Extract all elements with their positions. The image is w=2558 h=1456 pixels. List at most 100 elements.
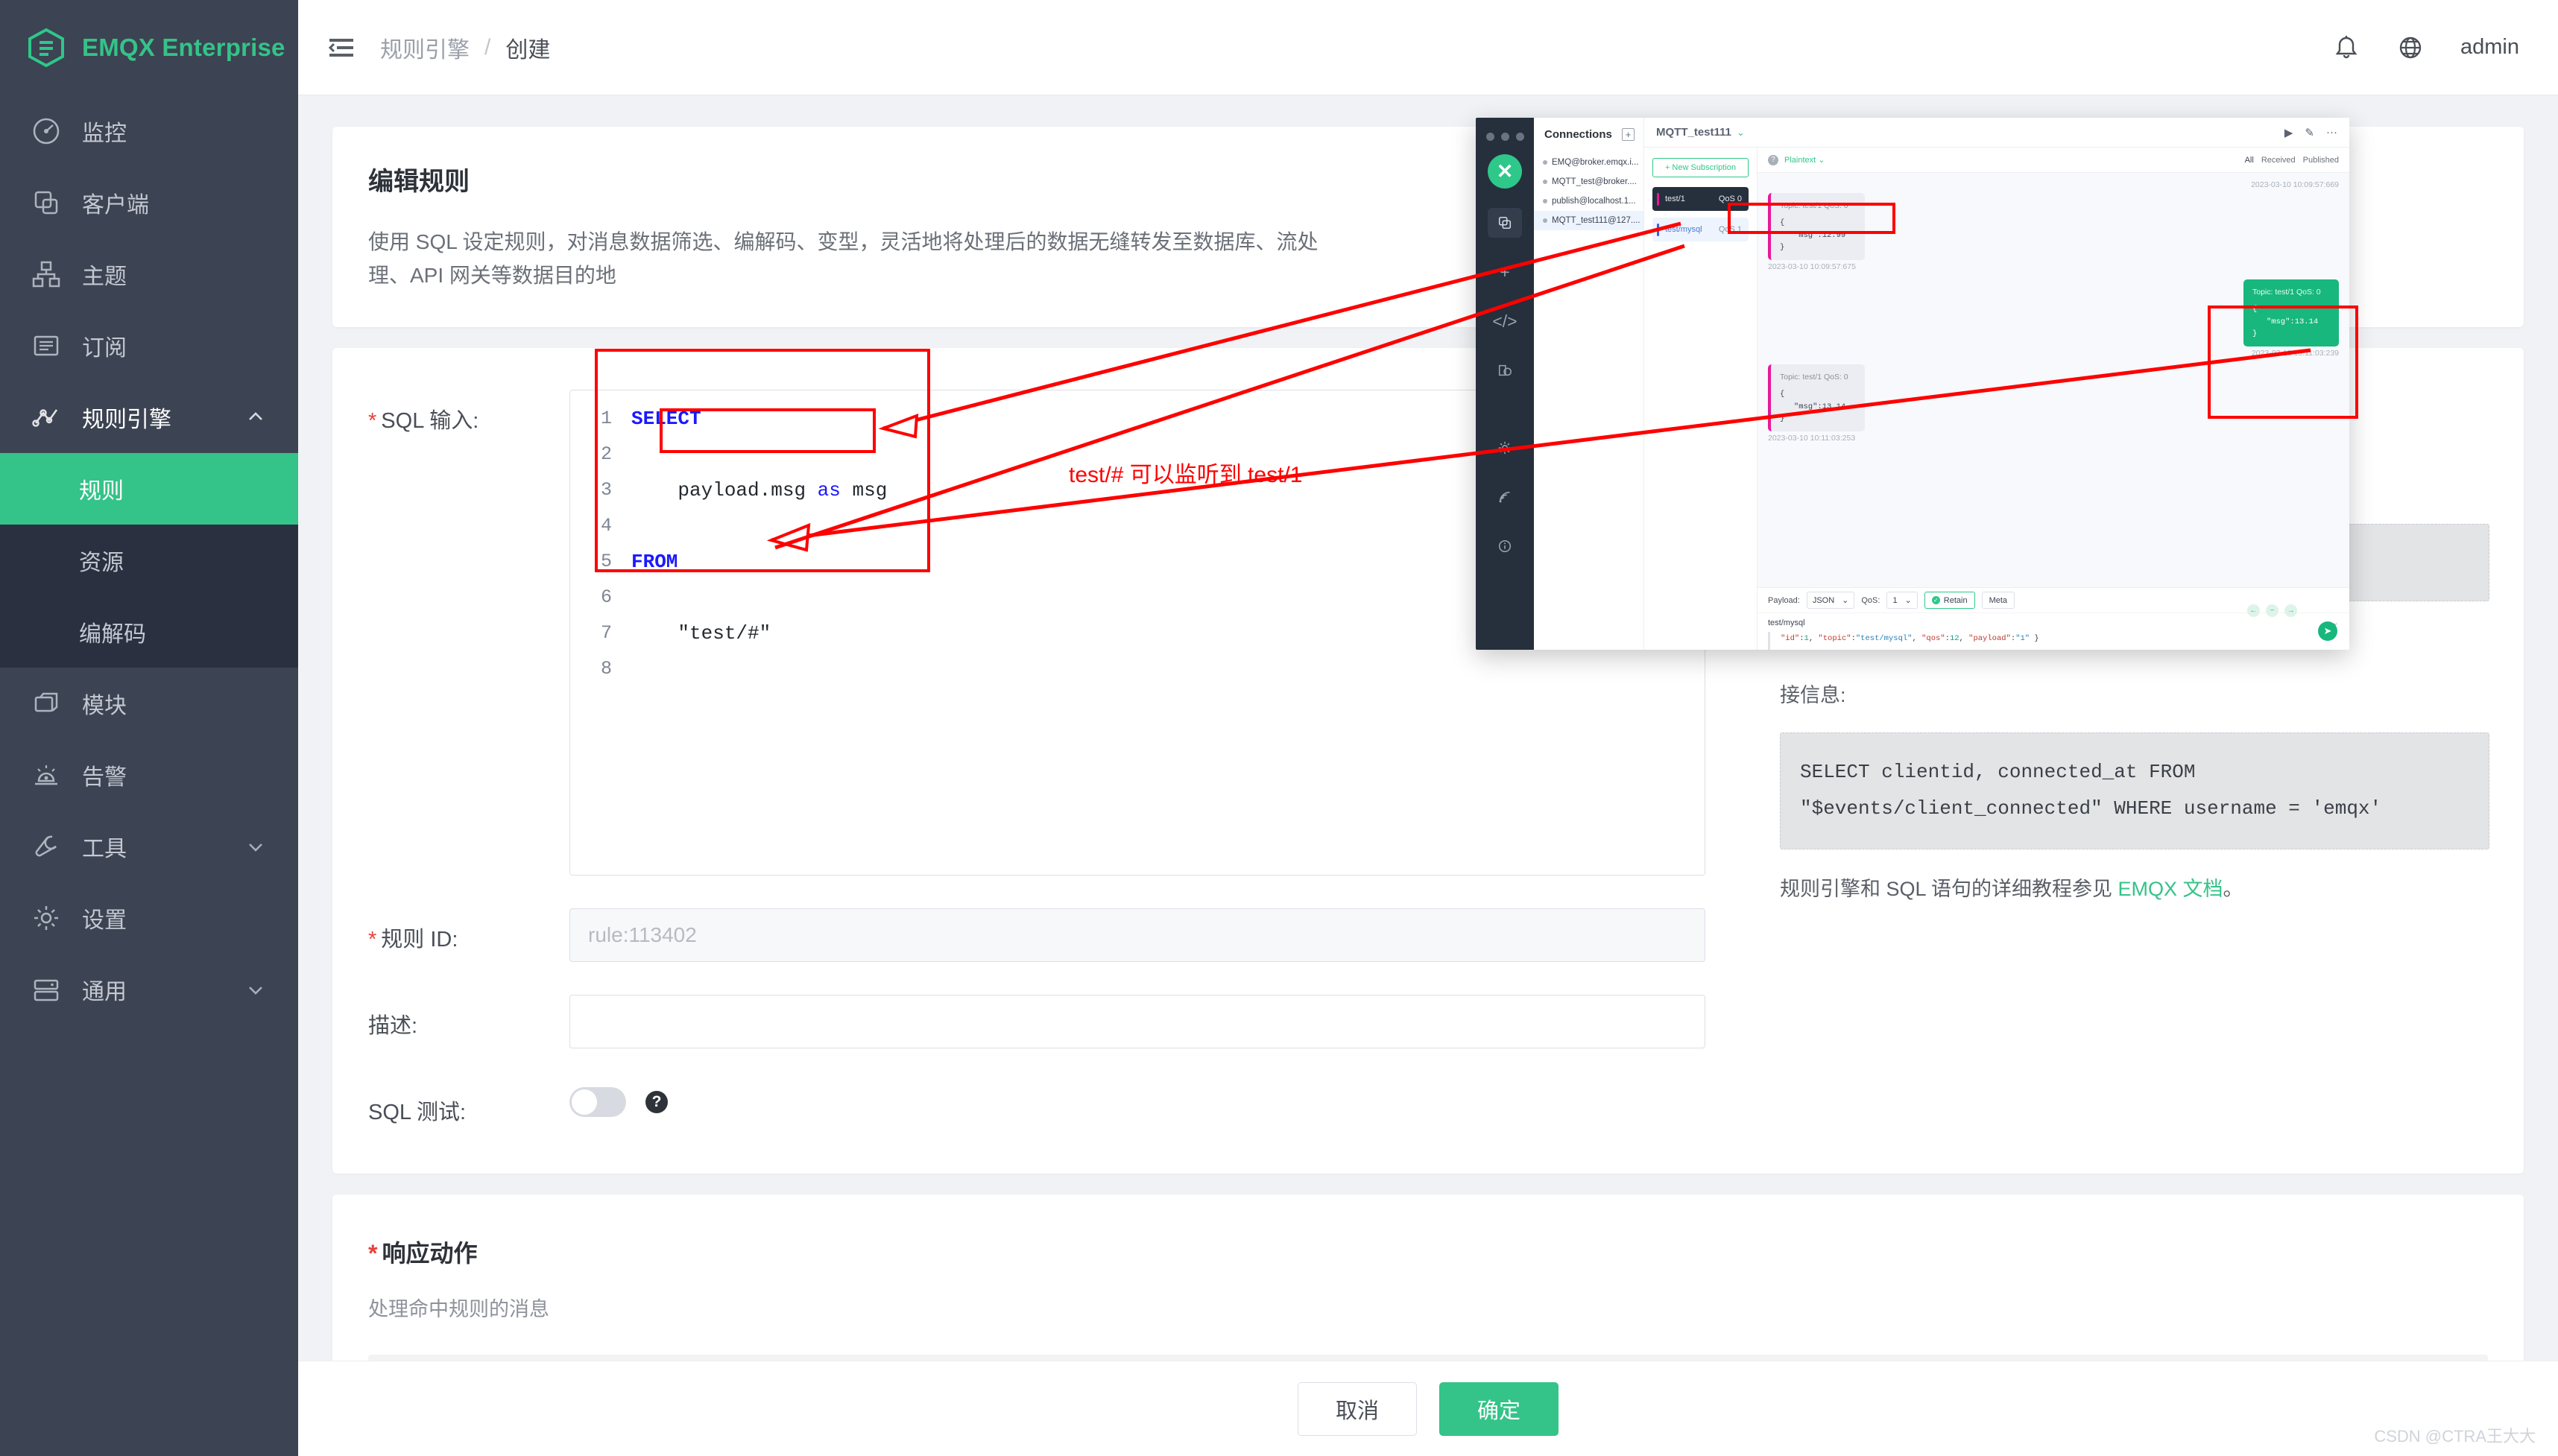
collapse-icon[interactable]: − (2266, 604, 2278, 617)
sidebar-subitem-label: 规则 (79, 479, 124, 504)
payload-type-select[interactable]: JSON ⌄ (1806, 592, 1855, 610)
message-header: Topic: test/1 QoS: 0 (2252, 288, 2321, 297)
clients-icon (30, 186, 63, 219)
publish-payload-editor[interactable]: "id":1, "topic":"test/mysql", "qos":12, … (1768, 632, 2349, 650)
description-input[interactable] (569, 994, 1705, 1048)
connection-item[interactable]: MQTT_test111@127.... (1534, 211, 1643, 230)
more-icon[interactable]: ··· (2326, 126, 2337, 139)
connection-item[interactable]: MQTT_test@broker.... (1534, 172, 1643, 192)
sidebar-item-clients[interactable]: 客户端 (0, 167, 298, 238)
minimize-icon[interactable] (1501, 133, 1509, 141)
brand-name: EMQX Enterprise (82, 34, 285, 61)
user-menu[interactable]: admin (2460, 35, 2519, 60)
general-icon (30, 973, 63, 1006)
qos-select[interactable]: 1 ⌄ (1886, 592, 1918, 610)
sidebar-item-settings[interactable]: 设置 (0, 882, 298, 954)
sidebar-item-general[interactable]: 通用 (0, 954, 298, 1025)
filter-all[interactable]: All (2245, 156, 2254, 165)
log-icon[interactable] (1488, 355, 1522, 385)
close-icon[interactable] (1486, 133, 1494, 141)
subscription-item[interactable]: test/1 QoS 0 (1652, 187, 1749, 211)
subscription-color-bar (1657, 223, 1659, 236)
message-stream[interactable]: 2023-03-10 10:09:57:669 Topic: test/1 Qo… (1758, 173, 2349, 588)
emqx-docs-link[interactable]: EMQX 文档 (2118, 878, 2223, 900)
prev-icon[interactable]: ← (2247, 604, 2260, 617)
subscription-color-bar (1657, 192, 1659, 206)
bell-icon[interactable] (2332, 34, 2360, 62)
sidebar-item-codec[interactable]: 编解码 (0, 596, 298, 668)
connection-item[interactable]: EMQ@broker.emqx.i... (1534, 153, 1643, 172)
confirm-button[interactable]: 确定 (1439, 1381, 1559, 1436)
question-icon[interactable]: ? (645, 1090, 668, 1113)
modules-icon (30, 687, 63, 720)
sidebar: EMQX Enterprise 监控 客户端 主题 订阅 规则引擎 规则 资源 … (0, 0, 298, 1456)
json-key: "topic" (1818, 634, 1851, 644)
window-controls[interactable] (1486, 133, 1524, 141)
script-icon[interactable]: </> (1488, 306, 1522, 336)
response-actions-title: * 响应动作 (368, 1239, 478, 1267)
status-dot (1543, 218, 1547, 223)
dashboard-icon (30, 115, 63, 148)
sql-test-toggle[interactable] (569, 1086, 626, 1117)
mqttx-connections-panel: Connections + EMQ@broker.emqx.i... MQTT_… (1534, 118, 1644, 650)
add-connection-icon[interactable]: + (1622, 128, 1635, 141)
chevron-up-icon (246, 408, 265, 427)
info-icon[interactable] (1488, 531, 1522, 561)
sql-test-field-wrap: ? (569, 1081, 1705, 1117)
help-icon[interactable]: ? (1768, 154, 1778, 165)
sidebar-item-alarm[interactable]: 告警 (0, 739, 298, 811)
help-footer: 规则引擎和 SQL 语句的详细教程参见 EMQX 文档。 (1780, 872, 2489, 907)
json-value: "1" (2015, 634, 2030, 644)
subscription-item[interactable]: test/mysql QoS 1 (1652, 218, 1749, 241)
annotation-note: test/# 可以监听到 test/1 (1069, 463, 1303, 487)
breadcrumb-parent[interactable]: 规则引擎 (380, 31, 470, 64)
chevron-down-icon: ⌄ (1904, 596, 1912, 606)
next-icon[interactable]: → (2284, 604, 2297, 617)
globe-icon[interactable] (2396, 34, 2425, 62)
sidebar-item-rule-engine[interactable]: 规则引擎 (0, 382, 298, 453)
payload-format-select[interactable]: Plaintext ⌄ (1784, 155, 1825, 165)
filter-received[interactable]: Received (2261, 156, 2296, 165)
subscription-topic: test/mysql (1665, 225, 1702, 234)
hamburger-icon[interactable] (328, 37, 355, 59)
sidebar-item-subscriptions[interactable]: 订阅 (0, 310, 298, 382)
sidebar-item-topics[interactable]: 主题 (0, 238, 298, 310)
sidebar-item-tools[interactable]: 工具 (0, 811, 298, 882)
message-body: { "msg":12.99 } (1780, 218, 1846, 252)
edit-icon[interactable]: ✎ (2305, 126, 2314, 139)
meta-button[interactable]: Meta (1981, 592, 2015, 610)
connection-item[interactable]: publish@localhost.1... (1534, 192, 1643, 211)
connections-icon[interactable] (1488, 208, 1522, 238)
breadcrumb: 规则引擎 / 创建 (380, 31, 550, 64)
retain-toggle[interactable]: ✓ Retain (1924, 592, 1975, 610)
send-icon[interactable]: ➤ (2318, 621, 2337, 641)
subscription-qos: QoS 0 (1718, 194, 1742, 203)
brand[interactable]: EMQX Enterprise (0, 0, 298, 95)
mqttx-session-panel: MQTT_test111 ⌄ ▶ ✎ ··· + New Subscriptio… (1644, 118, 2349, 650)
plus-icon[interactable]: + (1488, 257, 1522, 287)
broadcast-icon[interactable] (1488, 482, 1522, 512)
filter-published[interactable]: Published (2303, 156, 2339, 165)
emqx-logo-icon (25, 27, 67, 69)
sidebar-item-modules[interactable]: 模块 (0, 668, 298, 739)
maximize-icon[interactable] (1516, 133, 1524, 141)
chevron-down-icon (246, 980, 265, 999)
chevron-down-icon[interactable]: ⌄ (1737, 127, 1745, 139)
play-icon[interactable]: ▶ (2284, 126, 2293, 139)
session-header: MQTT_test111 ⌄ ▶ ✎ ··· (1644, 118, 2349, 148)
sql-keyword-select: SELECT (631, 407, 701, 430)
connection-label: publish@localhost.1... (1552, 197, 1636, 206)
cancel-button[interactable]: 取消 (1298, 1381, 1417, 1436)
sidebar-item-monitor[interactable]: 监控 (0, 95, 298, 167)
sql-test-row: SQL 测试: ? (368, 1081, 2488, 1126)
payload-nav: ← − → (2247, 604, 2297, 617)
mqttx-window[interactable]: ✕ + </> Connections + EMQ@broker.emqx.i.… (1476, 118, 2349, 650)
rule-id-input[interactable] (569, 908, 1705, 962)
message-timestamp: 2023-03-10 10:11:03:239 (2251, 349, 2339, 358)
new-subscription-button[interactable]: + New Subscription (1652, 158, 1749, 177)
gear-icon[interactable] (1488, 433, 1522, 463)
sidebar-item-rules[interactable]: 规则 (0, 453, 298, 525)
session-actions: ▶ ✎ ··· (2284, 126, 2337, 139)
help-code-sample: SELECT clientid, connected_at FROM "$eve… (1780, 732, 2489, 849)
sidebar-item-resources[interactable]: 资源 (0, 525, 298, 596)
